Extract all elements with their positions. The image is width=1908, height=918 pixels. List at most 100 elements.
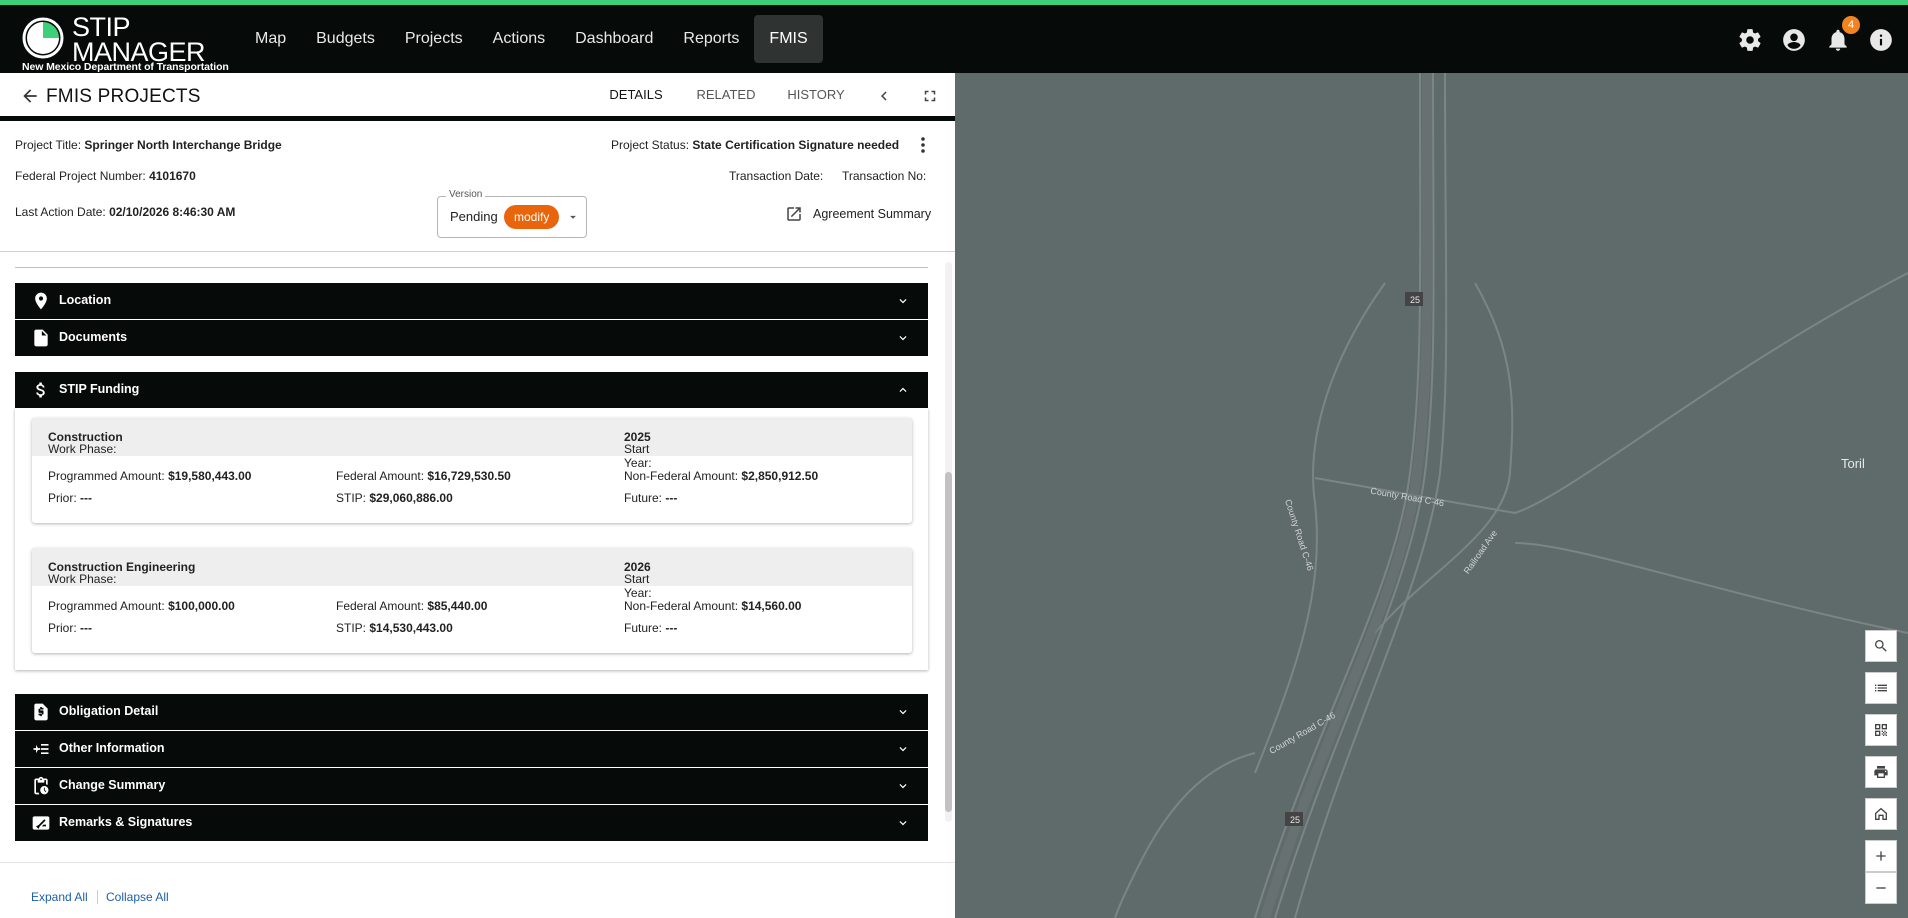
stip-amount: STIP: $14,530,443.00 <box>336 621 453 635</box>
work-phase-header: Work Phase: Construction Start Year: 202… <box>32 418 912 470</box>
map-home-button[interactable] <box>1865 798 1897 830</box>
section-change-summary-label: Change Summary <box>59 778 166 792</box>
map-qr-button[interactable] <box>1865 714 1897 746</box>
section-documents-label: Documents <box>59 330 128 344</box>
section-obligation-detail[interactable]: Obligation Detail <box>15 694 928 730</box>
section-divider <box>15 267 928 268</box>
map-search-button[interactable] <box>1865 630 1897 662</box>
nav-budgets[interactable]: Budgets <box>301 15 390 63</box>
collapse-all-link[interactable]: Collapse All <box>106 890 169 904</box>
map-zoom-in-button[interactable] <box>1865 840 1897 872</box>
project-title-field: Project Title: Springer North Interchang… <box>15 138 282 152</box>
federal-amount: Federal Amount: $16,729,530.50 <box>336 469 511 483</box>
section-stip-funding[interactable]: STIP Funding <box>15 372 928 408</box>
chevron-down-icon <box>899 784 907 789</box>
scrollbar-thumb[interactable] <box>945 472 952 812</box>
qr-code-icon <box>1875 724 1887 736</box>
federal-project-number-field: Federal Project Number: 4101670 <box>15 169 196 183</box>
section-other-information[interactable]: Other Information <box>15 731 928 767</box>
stip-funding-body: Work Phase: Construction Start Year: 202… <box>15 408 928 670</box>
work-phase-header: Work Phase: Construction Engineering Sta… <box>32 548 912 600</box>
section-other-information-label: Other Information <box>59 741 165 755</box>
top-navigation-bar: STIP MANAGER New Mexico Department of Tr… <box>0 5 1908 73</box>
agreement-summary-link[interactable]: Agreement Summary <box>785 204 935 228</box>
chevron-down-icon <box>899 821 907 826</box>
non-federal-amount: Non-Federal Amount: $14,560.00 <box>624 599 802 613</box>
location-pin-icon <box>35 292 47 310</box>
panel-footer: Expand All Collapse All <box>0 862 955 918</box>
panel-title: FMIS PROJECTS <box>46 86 201 107</box>
app-logo[interactable]: STIP MANAGER New Mexico Department of Tr… <box>22 11 229 74</box>
nav-reports[interactable]: Reports <box>668 15 754 63</box>
chevron-down-icon <box>899 747 907 752</box>
footer-separator <box>97 890 98 904</box>
section-remarks-signatures[interactable]: Remarks & Signatures <box>15 805 928 841</box>
map-legend-button[interactable] <box>1865 672 1897 704</box>
open-external-icon <box>787 207 801 221</box>
nav-fmis[interactable]: FMIS <box>754 15 823 63</box>
start-year-field: Start Year: 2026 <box>624 560 652 600</box>
home-icon <box>1875 807 1887 820</box>
dropdown-arrow-icon <box>570 215 576 219</box>
work-phase-card: Work Phase: Construction Engineering Sta… <box>32 548 912 653</box>
print-icon <box>1874 766 1888 778</box>
tab-details[interactable]: DETAILS <box>591 73 681 121</box>
nav-actions[interactable]: Actions <box>478 15 560 63</box>
legend-list-icon <box>1875 684 1887 692</box>
sections-scroll-area[interactable]: Location Documents STIP Funding Work Pha… <box>0 252 955 862</box>
version-status-chip: modify <box>504 205 560 229</box>
nav-projects[interactable]: Projects <box>390 15 478 63</box>
list-indent-icon <box>33 744 49 754</box>
fullscreen-icon[interactable] <box>921 87 939 105</box>
clipboard-clock-icon <box>34 776 49 795</box>
work-phase-field: Work Phase: Construction Engineering <box>48 560 196 586</box>
back-arrow-icon[interactable] <box>20 86 40 106</box>
logo-subtitle: New Mexico Department of Transportation <box>22 61 229 73</box>
dollar-icon <box>36 382 45 398</box>
more-options-icon[interactable] <box>918 135 928 155</box>
section-location-label: Location <box>59 293 112 307</box>
signature-icon <box>32 816 50 830</box>
expand-all-link[interactable]: Expand All <box>31 890 88 904</box>
fmis-project-panel: FMIS PROJECTS DETAILS RELATED HISTORY Pr… <box>0 73 955 918</box>
section-location[interactable]: Location <box>15 283 928 319</box>
tabs-scroll-left-icon[interactable] <box>875 87 893 105</box>
section-remarks-signatures-label: Remarks & Signatures <box>59 815 193 829</box>
zoom-out-icon <box>1876 887 1886 889</box>
tab-related[interactable]: RELATED <box>681 73 771 121</box>
main-nav: Map Budgets Projects Actions Dashboard R… <box>240 15 823 63</box>
map-zoom-out-button[interactable] <box>1865 872 1897 904</box>
map-view[interactable]: 25 25 Toril County Road C-46 County Road… <box>955 73 1908 918</box>
prior-amount: Prior: --- <box>48 621 93 635</box>
chevron-down-icon <box>899 336 907 341</box>
section-obligation-detail-label: Obligation Detail <box>59 704 159 718</box>
info-icon[interactable] <box>1868 27 1894 53</box>
map-route-shield-lower: 25 <box>1290 815 1301 825</box>
future-amount: Future: --- <box>624 491 678 505</box>
nav-map[interactable]: Map <box>240 15 301 63</box>
version-select-value: Pending <box>450 209 498 224</box>
version-select[interactable]: Version Pending modify <box>437 189 587 238</box>
notification-count-badge: 4 <box>1842 16 1860 34</box>
section-documents[interactable]: Documents <box>15 320 928 356</box>
map-print-button[interactable] <box>1865 756 1897 788</box>
transaction-no-field: Transaction No: <box>842 169 927 183</box>
start-year-field: Start Year: 2025 <box>624 430 652 470</box>
tab-history[interactable]: HISTORY <box>771 73 861 121</box>
stip-amount: STIP: $29,060,886.00 <box>336 491 453 505</box>
section-stip-funding-label: STIP Funding <box>59 382 140 396</box>
panel-header: FMIS PROJECTS DETAILS RELATED HISTORY <box>0 73 955 121</box>
logo-title: STIP MANAGER <box>72 12 206 67</box>
federal-amount: Federal Amount: $85,440.00 <box>336 599 488 613</box>
chevron-down-icon <box>899 299 907 304</box>
map-route-shield-upper: 25 <box>1410 295 1421 305</box>
document-icon <box>34 329 48 347</box>
zoom-in-icon <box>1876 851 1886 861</box>
account-icon[interactable] <box>1781 27 1807 53</box>
settings-gear-icon[interactable] <box>1737 27 1763 53</box>
nav-dashboard[interactable]: Dashboard <box>560 15 668 63</box>
programmed-amount: Programmed Amount: $100,000.00 <box>48 599 235 613</box>
version-select-label: Version <box>446 189 486 200</box>
work-phase-card: Work Phase: Construction Start Year: 202… <box>32 418 912 523</box>
section-change-summary[interactable]: Change Summary <box>15 768 928 804</box>
